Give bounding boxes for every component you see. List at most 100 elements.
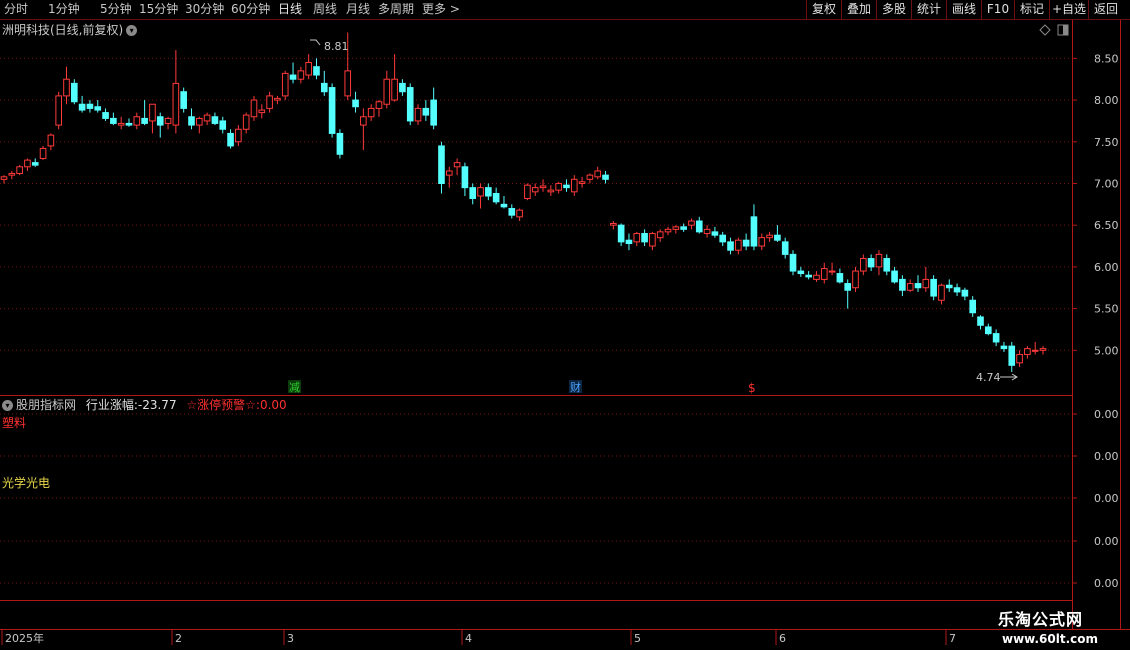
watermark-title: 乐淘公式网 [998,610,1084,629]
high-pointer [310,39,321,46]
candle-body [1008,345,1016,366]
period-toolbar: 分时 1分钟 5分钟 15分钟 30分钟 60分钟 日线 周线 月线 多周期 更… [0,0,1130,20]
candle-body [813,274,820,280]
sector-plastics: 塑料 [2,416,27,430]
finance-marker-bg [569,380,582,393]
more-label: 更多 [422,2,447,16]
candle-body [914,283,922,289]
tab-weekly[interactable]: 周线 [313,1,337,18]
candle-body [211,116,219,124]
candle-body [1000,345,1008,350]
draw-line-button[interactable]: 画线 [946,0,981,19]
candle-body [281,72,289,97]
candle-body [727,241,734,251]
candle-body [539,185,547,189]
candle-body [305,62,312,76]
tab-multi-period[interactable]: 多周期 [378,1,414,18]
watermark-url: www.60lt.com [1002,632,1099,646]
candle-body [891,270,898,283]
adjust-button[interactable]: 复权 [806,0,841,19]
candle-body [781,241,789,255]
tab-1min[interactable]: 1分钟 [48,1,80,18]
panel-toggle-icon[interactable] [1057,24,1069,39]
candle-body [711,231,719,236]
candle-body [430,99,437,126]
candle-body [461,166,469,189]
candle-body [274,97,281,101]
tab-5min[interactable]: 5分钟 [100,1,132,18]
indicator-tick-label: 0.00 [1094,577,1119,590]
indicator-tick-label: 0.00 [1094,450,1119,463]
chevron-down-icon[interactable]: ▾ [2,400,13,411]
candle-body [86,103,94,109]
candle-body [664,228,672,233]
multi-stock-button[interactable]: 多股 [876,0,911,19]
candle-body [625,239,633,245]
candle-body [500,203,508,208]
candle-body [797,270,805,275]
tab-60min[interactable]: 60分钟 [231,1,270,18]
tab-more[interactable]: 更多 > [422,1,460,18]
candle-body [485,187,492,197]
back-button[interactable]: 返回 [1088,0,1123,19]
tab-monthly[interactable]: 月线 [346,1,370,18]
candle-body [110,117,117,124]
candle-body [610,223,617,226]
f10-button[interactable]: F10 [981,0,1014,19]
y-tick-label: 5.00 [1094,344,1119,357]
indicator-tick-label: 0.00 [1094,535,1119,548]
candle-body [180,91,187,109]
mark-button[interactable]: 标记 [1014,0,1049,19]
candle-body [969,299,977,314]
tab-15min[interactable]: 15分钟 [139,1,178,18]
candle-body [906,283,914,291]
candle-body [453,162,461,168]
x-axis-label: 3 [287,632,294,645]
chart-title: 洲明科技(日线,前复权) ▾ [2,21,138,38]
candle-body [930,278,937,297]
candle-body [758,237,766,247]
candle-body [570,178,578,193]
statistics-button[interactable]: 统计 [911,0,946,19]
candle-body [47,134,55,147]
candle-body [477,187,484,197]
candle-body [31,162,39,166]
candle-body [422,107,430,116]
y-tick-label: 6.50 [1094,219,1119,232]
diamond-icon[interactable] [1039,24,1051,39]
candle-body [555,182,562,191]
candle-body [695,220,703,233]
overlay-button[interactable]: 叠加 [841,0,876,19]
candle-body [469,187,477,199]
candle-body [250,99,258,118]
tab-intraday[interactable]: 分时 [4,1,28,18]
chevron-down-icon[interactable]: ▾ [126,25,138,36]
candle-body [953,287,961,293]
candle-body [922,278,930,289]
candle-body [789,253,797,272]
candle-body [844,283,852,291]
tab-daily[interactable]: 日线 [278,1,302,18]
candle-body [656,231,664,239]
candle-body [219,120,227,130]
candle-body [961,289,969,297]
add-watchlist-button[interactable]: +自选 [1049,0,1088,19]
candle-body [63,78,70,97]
tab-30min[interactable]: 30分钟 [185,1,224,18]
candle-body [875,253,883,268]
candle-body [172,82,180,126]
candle-body [836,273,844,283]
y-tick-label: 7.00 [1094,177,1119,190]
candle-body [867,258,875,268]
candle-body [672,226,680,230]
candle-body [258,109,266,114]
candle-body [828,270,836,273]
candle-body [766,234,773,239]
candle-body [141,117,148,124]
x-axis-label: 2025年 [5,631,44,645]
candle-body [375,101,383,109]
limit-up-alert-label: ☆涨停预警☆: [186,398,260,412]
candle-body [297,70,305,80]
candle-body [774,234,781,241]
candle-body [235,128,242,143]
